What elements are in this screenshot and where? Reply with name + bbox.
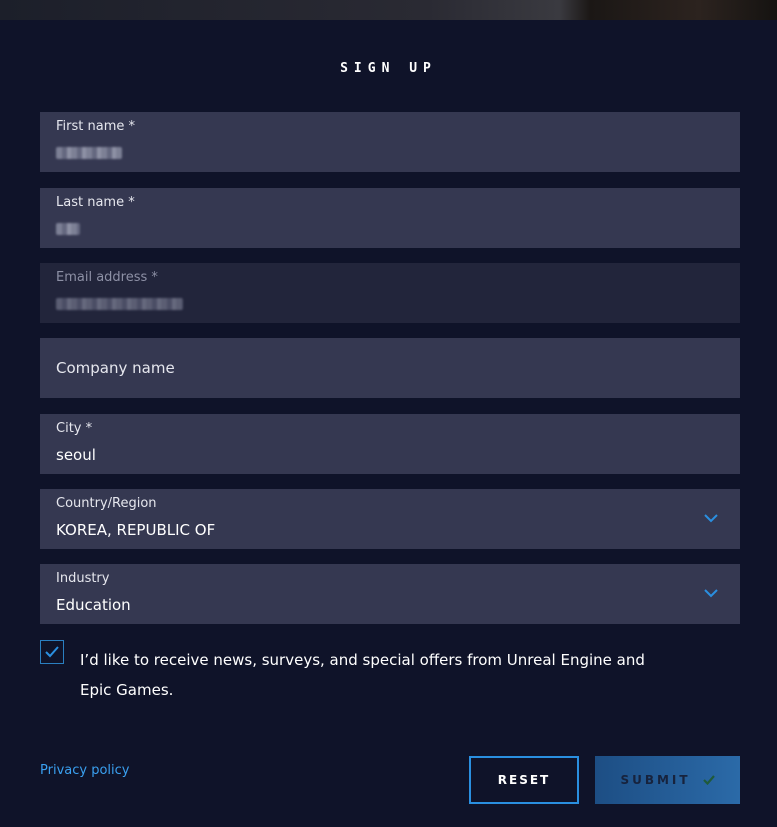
company-name-placeholder: Company name bbox=[56, 359, 175, 377]
reset-button[interactable]: RESET bbox=[469, 756, 579, 804]
city-label: City * bbox=[56, 421, 93, 436]
privacy-policy-link[interactable]: Privacy policy bbox=[40, 763, 129, 778]
industry-value: Education bbox=[56, 596, 131, 614]
first-name-field[interactable]: First name * bbox=[40, 112, 740, 172]
chevron-down-icon bbox=[704, 514, 718, 523]
industry-select[interactable]: Industry Education bbox=[40, 564, 740, 624]
first-name-redacted-value bbox=[56, 147, 122, 159]
page-title: SIGN UP bbox=[340, 61, 437, 76]
consent-label[interactable]: I’d like to receive news, surveys, and s… bbox=[80, 645, 680, 705]
header-image-strip bbox=[0, 0, 777, 20]
first-name-label: First name * bbox=[56, 119, 135, 134]
city-field[interactable]: City * seoul bbox=[40, 414, 740, 474]
last-name-redacted-value bbox=[56, 223, 80, 235]
country-region-select[interactable]: Country/Region KOREA, REPUBLIC OF bbox=[40, 489, 740, 549]
country-region-label: Country/Region bbox=[56, 496, 157, 511]
submit-label: SUBMIT bbox=[620, 773, 691, 787]
industry-label: Industry bbox=[56, 571, 110, 586]
country-region-value: KOREA, REPUBLIC OF bbox=[56, 521, 216, 539]
city-value: seoul bbox=[56, 446, 96, 464]
company-name-field[interactable]: Company name bbox=[40, 338, 740, 398]
email-label: Email address * bbox=[56, 270, 158, 285]
last-name-field[interactable]: Last name * bbox=[40, 188, 740, 248]
checkmark-icon bbox=[45, 646, 59, 658]
email-field: Email address * bbox=[40, 263, 740, 323]
checkmark-icon bbox=[702, 775, 715, 785]
last-name-label: Last name * bbox=[56, 195, 135, 210]
consent-checkbox[interactable] bbox=[40, 640, 64, 664]
chevron-down-icon bbox=[704, 589, 718, 598]
email-redacted-value bbox=[56, 298, 183, 310]
submit-button[interactable]: SUBMIT bbox=[595, 756, 740, 804]
